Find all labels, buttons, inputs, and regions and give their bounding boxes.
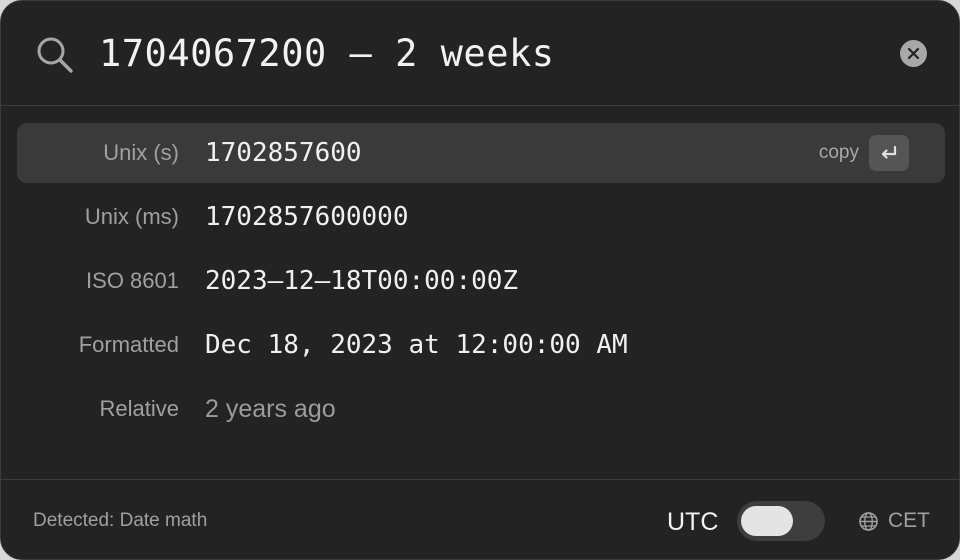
return-key-button[interactable] [869, 135, 909, 171]
search-bar: 1704067200 – 2 weeks [1, 1, 959, 106]
result-label: Formatted [78, 332, 179, 357]
utc-toggle-knob [741, 506, 793, 536]
result-label: Unix (ms) [84, 204, 179, 229]
timezone-label: CET [888, 509, 930, 532]
result-row-relative[interactable]: Relative 2 years ago [17, 379, 945, 439]
utc-label: UTC [667, 508, 719, 536]
result-value: 2023–12–18T00:00:00Z [205, 266, 519, 296]
return-icon [881, 145, 897, 159]
result-value: 1702857600000 [205, 202, 409, 232]
clear-search-button[interactable] [900, 40, 927, 67]
result-row-unix-seconds[interactable]: Unix (s) 1702857600 copy [17, 123, 945, 183]
result-value: Dec 18, 2023 at 12:00:00 AM [205, 330, 628, 360]
globe-icon [859, 511, 878, 531]
result-label: ISO 8601 [86, 268, 179, 293]
result-row-iso-8601[interactable]: ISO 8601 2023–12–18T00:00:00Z [17, 251, 945, 311]
timezone-selector[interactable]: CET [858, 480, 930, 559]
result-row-unix-milliseconds[interactable]: Unix (ms) 1702857600000 [17, 187, 945, 247]
result-label: Unix (s) [103, 140, 179, 165]
detected-mode-label: Detected: Date math [33, 510, 208, 531]
footer-bar: Detected: Date math UTC CET [1, 479, 959, 559]
utc-toggle[interactable] [737, 501, 825, 541]
result-value: 1702857600 [205, 138, 362, 168]
close-icon [907, 47, 920, 60]
search-icon [35, 35, 75, 75]
converter-window: 1704067200 – 2 weeks Unix (s) 1702857600… [0, 0, 960, 560]
search-input[interactable]: 1704067200 – 2 weeks [99, 27, 859, 81]
results-list: Unix (s) 1702857600 copy Unix (ms) 17028… [17, 123, 945, 443]
result-row-formatted[interactable]: Formatted Dec 18, 2023 at 12:00:00 AM [17, 315, 945, 375]
result-value: 2 years ago [205, 395, 336, 423]
result-label: Relative [99, 396, 179, 421]
copy-hint: copy [818, 142, 859, 163]
